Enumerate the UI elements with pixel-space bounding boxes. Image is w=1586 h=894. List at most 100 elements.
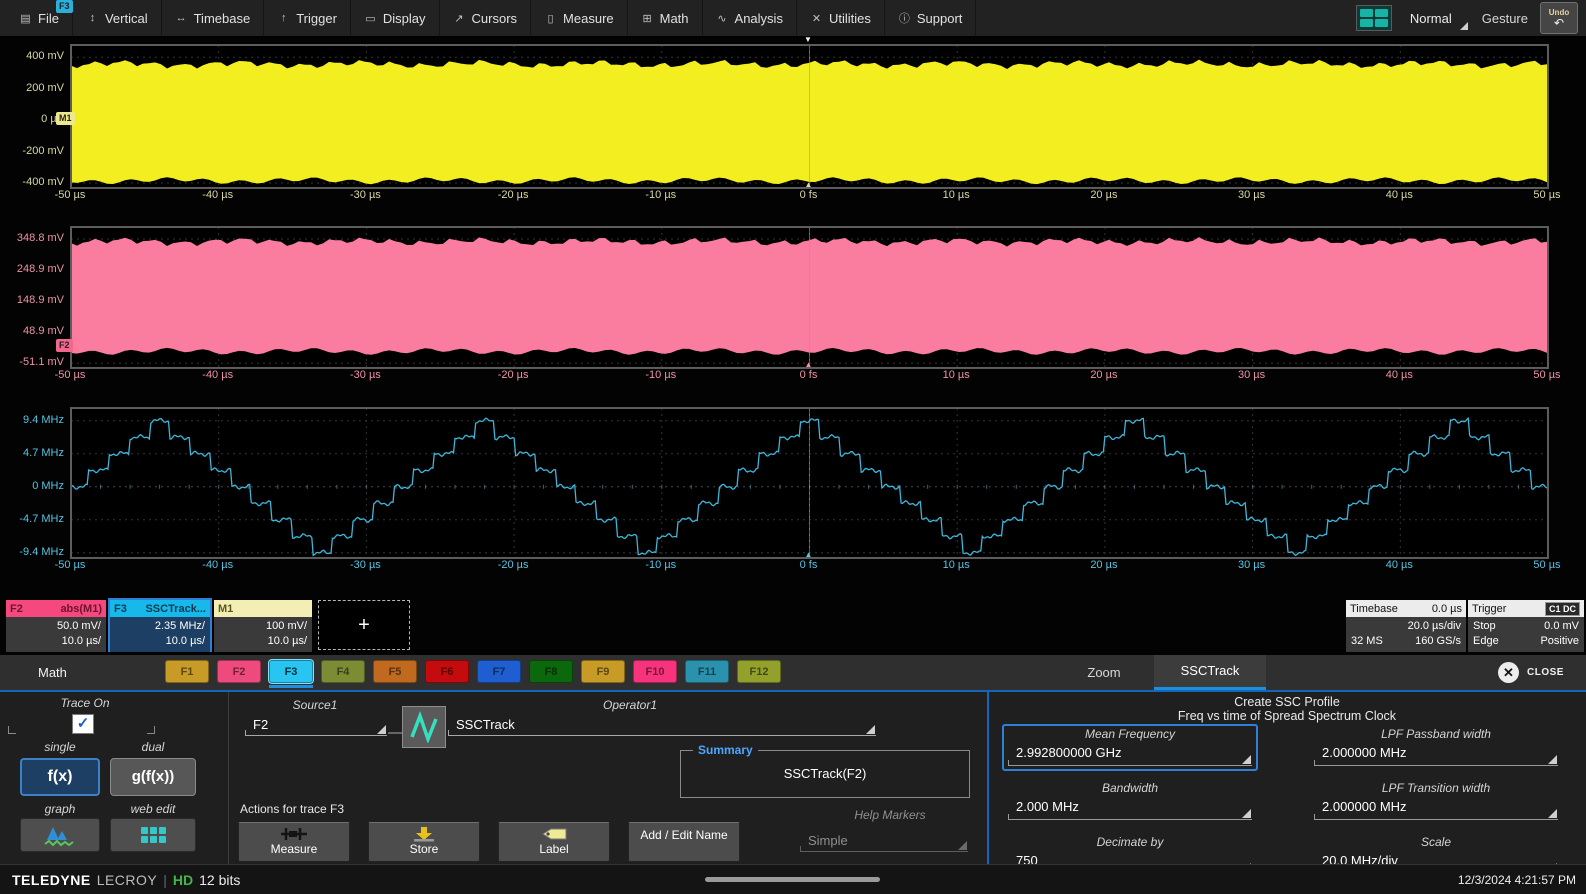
field-lpf-transition-width[interactable]: LPF Transition width 2.000000 MHz	[1308, 778, 1564, 825]
undo-button[interactable]: Undo ↶	[1540, 2, 1578, 34]
math-trace-button-f3[interactable]: F3	[269, 660, 313, 683]
graph-button[interactable]	[20, 818, 100, 852]
web-edit-button[interactable]	[110, 818, 196, 852]
scroll-indicator[interactable]	[705, 877, 880, 882]
field-mean-frequency[interactable]: Mean Frequency 2.992800000 GHz	[1002, 724, 1258, 771]
menu-item-label: Utilities	[828, 10, 871, 26]
menu-item-label: Timebase	[193, 10, 251, 26]
gesture-button[interactable]: Gesture	[1482, 11, 1528, 26]
tab-ssctrack[interactable]: SSCTrack	[1154, 655, 1266, 690]
field-bandwidth[interactable]: Bandwidth 2.000 MHz	[1002, 778, 1258, 825]
operator-icon-box[interactable]	[402, 706, 446, 748]
y-axis-tick: 348.8 mV	[16, 231, 64, 244]
trace-level-badge-f3[interactable]: F3	[56, 0, 73, 13]
timebase-header: Timebase 0.0 µs	[1346, 600, 1466, 617]
menu-item-display[interactable]: ▭ Display	[351, 0, 440, 36]
trace-descriptor-f3[interactable]: F3 SSCTrack... 2.35 MHz/10.0 µs/	[110, 600, 210, 652]
field-value[interactable]: 2.000 MHz	[1008, 797, 1252, 820]
help-markers-dropdown[interactable]: Simple	[800, 832, 968, 852]
trace-descriptor-values: 50.0 mV/10.0 µs/	[6, 617, 106, 652]
vertical-scale-value: 50.0 mV/	[56, 620, 101, 632]
field-lpf-passband-width[interactable]: LPF Passband width 2.000000 MHz	[1308, 724, 1564, 771]
field-value[interactable]: 2.992800000 GHz	[1008, 743, 1252, 766]
single-fx-button[interactable]: f(x)	[20, 758, 100, 796]
trigger-source-badge: C1 DC	[1544, 601, 1580, 616]
math-trace-button-f10[interactable]: F10	[633, 660, 677, 683]
trigger-position-marker: ▼	[804, 35, 812, 44]
sample-rate: 160 GS/s	[1415, 635, 1461, 647]
store-button[interactable]: Store	[368, 822, 480, 862]
operator1-dropdown[interactable]: SSCTrack	[448, 716, 876, 736]
file-icon: ▤	[20, 12, 31, 25]
trace-level-badge-m1[interactable]: M1	[56, 112, 75, 126]
math-trace-button-f4[interactable]: F4	[321, 660, 365, 683]
math-trace-button-f1[interactable]: F1	[165, 660, 209, 683]
x-axis-tick: 20 µs	[1090, 189, 1118, 201]
trace-descriptor-m1[interactable]: M1 100 mV/10.0 µs/	[214, 600, 312, 652]
trace-descriptor-values: 2.35 MHz/10.0 µs/	[110, 617, 210, 652]
y-axis-tick: -9.4 MHz	[19, 545, 64, 558]
tab-zoom[interactable]: Zoom	[1062, 655, 1146, 690]
math-trace-button-f7[interactable]: F7	[477, 660, 521, 683]
graph-icon	[44, 827, 74, 847]
equation-connector	[388, 732, 402, 734]
menu-right-controls: Normal Gesture Undo ↶	[1355, 2, 1586, 34]
math-trace-button-f2[interactable]: F2	[217, 660, 261, 683]
menu-item-cursors[interactable]: ↗ Cursors	[440, 0, 532, 36]
math-trace-button-f5[interactable]: F5	[373, 660, 417, 683]
operator1-label: Operator1	[602, 698, 658, 712]
trigger-kind-slope: Edge Positive	[1473, 634, 1579, 649]
close-icon[interactable]: ✕	[1498, 662, 1519, 683]
grid-layout-button[interactable]	[1355, 5, 1392, 31]
brand-logo: TELEDYNE LECROY | HD 12 bits	[0, 872, 240, 888]
source1-dropdown[interactable]: F2	[245, 716, 387, 736]
label-button[interactable]: Label	[498, 822, 610, 862]
math-trace-button-f9[interactable]: F9	[581, 660, 625, 683]
close-button[interactable]: CLOSE	[1527, 667, 1564, 678]
x-axis-tick: -20 µs	[497, 189, 529, 201]
trace-descriptor-f2[interactable]: F2 abs(M1) 50.0 mV/10.0 µs/	[6, 600, 106, 652]
trigger-time-marker: ▲	[804, 550, 813, 559]
x-axis-tick: -40 µs	[202, 189, 234, 201]
menu-item-label: Display	[382, 10, 426, 26]
menu-item-trigger[interactable]: ↑ Trigger	[264, 0, 351, 36]
math-trace-button-f8[interactable]: F8	[529, 660, 573, 683]
display-mode-dropdown[interactable]: Normal	[1404, 5, 1470, 32]
menu-item-timebase[interactable]: ↔ Timebase	[162, 0, 265, 36]
chevron-down-icon	[1459, 21, 1468, 30]
x-axis-tick: -30 µs	[349, 369, 381, 381]
menu-item-analysis[interactable]: ∿ Analysis	[703, 0, 797, 36]
horizontal-scale-value: 10.0 µs/	[165, 635, 205, 647]
field-label: Mean Frequency	[1084, 727, 1176, 741]
menu-item-math[interactable]: ⊞ Math	[628, 0, 703, 36]
menu-item-support[interactable]: ⓘ Support	[885, 0, 977, 36]
y-axis-tick: -200 mV	[22, 144, 64, 157]
waveform-panel-f2	[70, 226, 1549, 369]
add-trace-button[interactable]: +	[318, 600, 410, 650]
math-tab-row: Math Zoom SSCTrack ✕ CLOSE F1 F2 F3 F4 F5 F6 F…	[0, 655, 1586, 690]
add-edit-name-button[interactable]: Add / Edit Name	[628, 822, 740, 862]
trigger-summary-box[interactable]: Trigger C1 DC Stop 0.0 mV Edge Positive	[1468, 600, 1584, 652]
trigger-values: Stop 0.0 mV Edge Positive	[1468, 617, 1584, 652]
trigger-time-marker: ▲	[804, 180, 813, 189]
menu-item-measure[interactable]: ▯ Measure	[531, 0, 628, 36]
x-axis-tick: -40 µs	[202, 369, 234, 381]
math-trace-button-f11[interactable]: F11	[685, 660, 729, 683]
y-axis-tick: 9.4 MHz	[23, 413, 64, 426]
trace-title: abs(M1)	[60, 602, 102, 615]
web-edit-icon	[140, 827, 166, 843]
timebase-summary-box[interactable]: Timebase 0.0 µs 20.0 µs/div 32 MS 160 GS/s	[1346, 600, 1466, 652]
ssctrack-operator-icon	[410, 711, 438, 743]
menu-item-vertical[interactable]: ↕ Vertical	[73, 0, 162, 36]
menu-item-utilities[interactable]: ✕ Utilities	[797, 0, 885, 36]
measure-button[interactable]: Measure	[238, 822, 350, 862]
graph-label: graph	[44, 802, 76, 816]
dual-gfx-button[interactable]: g(f(x))	[110, 758, 196, 796]
field-value[interactable]: 2.000000 MHz	[1314, 743, 1558, 766]
math-trace-button-f6[interactable]: F6	[425, 660, 469, 683]
trace-level-badge-f2[interactable]: F2	[56, 339, 73, 353]
trace-on-checkbox[interactable]: ✓	[72, 714, 94, 734]
x-axis-tick: -30 µs	[349, 189, 381, 201]
field-value[interactable]: 2.000000 MHz	[1314, 797, 1558, 820]
math-trace-button-f12[interactable]: F12	[737, 660, 781, 683]
